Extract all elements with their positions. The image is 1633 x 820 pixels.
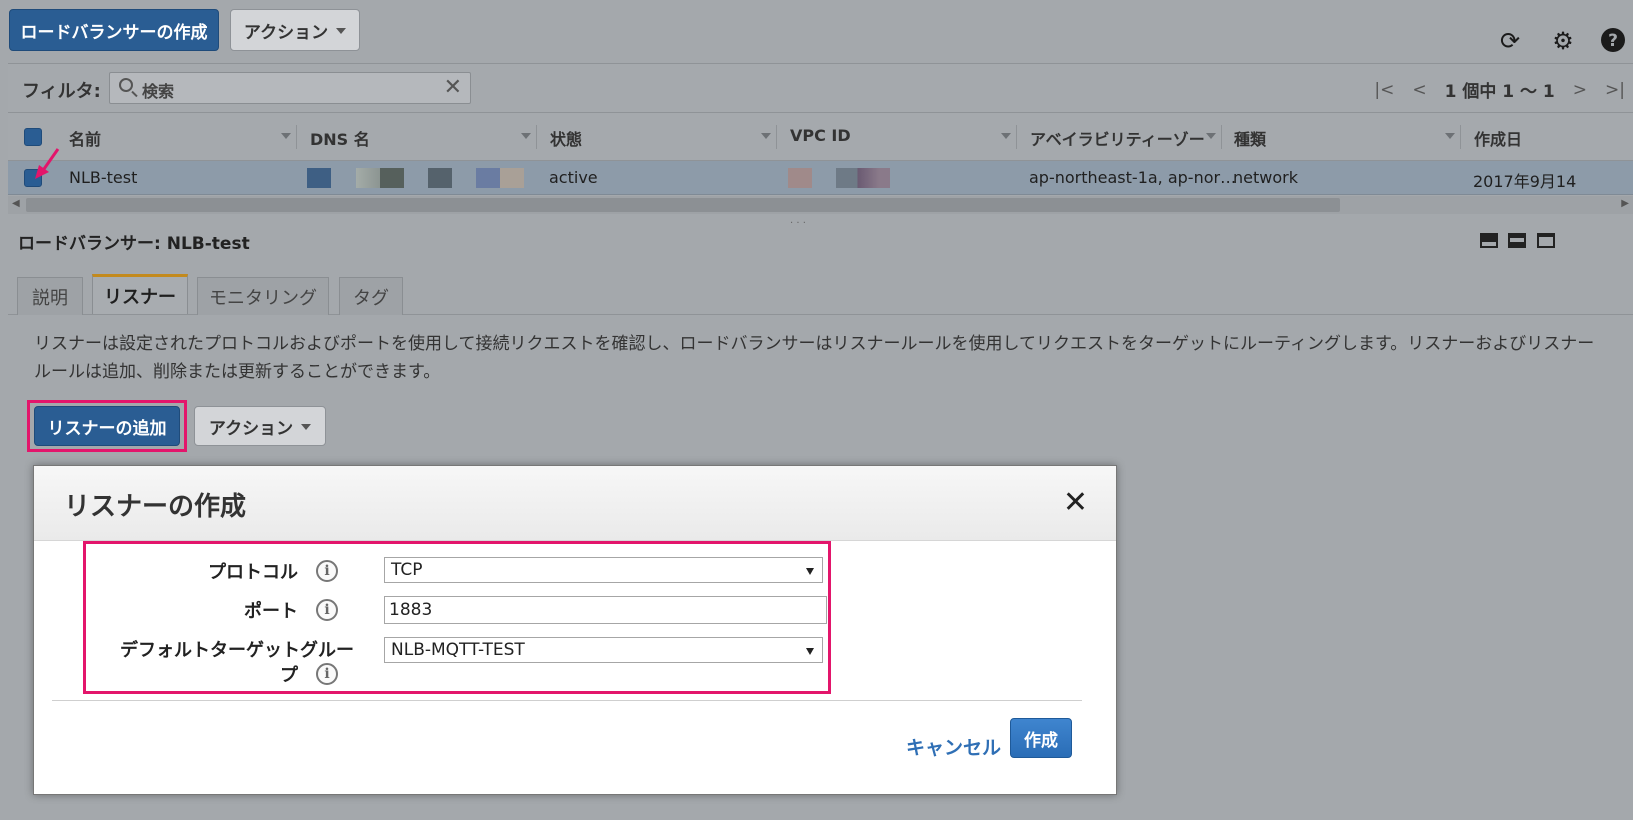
scroll-left-icon[interactable]: ◀ bbox=[12, 198, 20, 209]
actions-label: アクション bbox=[208, 418, 294, 439]
port-label: ポート bbox=[244, 601, 298, 622]
chevron-down-icon bbox=[336, 28, 347, 34]
listener-actions-dropdown[interactable]: アクション bbox=[194, 406, 326, 446]
pagination-text: 1 個中 1 〜 1 bbox=[1444, 82, 1555, 102]
create-button[interactable]: 作成 bbox=[1010, 718, 1072, 758]
table-row[interactable]: NLB-test active ap-northeast-1a, ap-nor…… bbox=[8, 161, 1633, 195]
tab-monitoring[interactable]: モニタリング bbox=[197, 277, 329, 315]
column-divider bbox=[776, 125, 777, 149]
select-arrow-icon bbox=[806, 568, 814, 575]
table-header: 名前 DNS 名 状態 VPC ID アベイラビリティーゾー 種類 作成日 bbox=[8, 113, 1633, 161]
search-placeholder: 検索 bbox=[142, 82, 175, 101]
close-icon[interactable]: ✕ bbox=[1063, 488, 1088, 518]
protocol-label: プロトコル bbox=[208, 562, 298, 583]
horizontal-scrollbar[interactable]: ◀ ▶ bbox=[8, 196, 1633, 214]
column-divider bbox=[1460, 125, 1461, 149]
column-divider bbox=[296, 125, 297, 149]
add-listener-button[interactable]: リスナーの追加 bbox=[34, 406, 180, 446]
column-divider bbox=[536, 125, 537, 149]
protocol-value: TCP bbox=[391, 560, 423, 580]
sort-icon[interactable] bbox=[1206, 133, 1216, 139]
target-group-value: NLB-MQTT-TEST bbox=[391, 640, 525, 660]
tab-listeners[interactable]: リスナー bbox=[92, 274, 188, 314]
sort-icon[interactable] bbox=[521, 133, 531, 139]
actions-label: アクション bbox=[243, 22, 329, 43]
help-icon[interactable]: ? bbox=[1600, 27, 1626, 53]
port-input[interactable]: 1883 bbox=[384, 596, 827, 624]
sort-icon[interactable] bbox=[1445, 133, 1455, 139]
search-input[interactable]: 検索 ✕ bbox=[109, 72, 471, 104]
pane-bottom-icon[interactable] bbox=[1480, 233, 1498, 248]
column-header-created[interactable]: 作成日 bbox=[1474, 126, 1522, 150]
target-group-label: デフォルトターゲットグルー bbox=[120, 640, 354, 661]
pane-middle-icon[interactable] bbox=[1508, 233, 1526, 248]
tab-tags[interactable]: タグ bbox=[339, 277, 403, 315]
detail-title: ロードバランサー: NLB-test bbox=[18, 234, 250, 254]
create-listener-dialog: リスナーの作成 ✕ プロトコル i TCP ポート i 1883 デフォルトター… bbox=[33, 465, 1117, 795]
filter-bar: フィルタ: 検索 ✕ |< < 1 個中 1 〜 1 > >| bbox=[8, 63, 1633, 113]
search-icon bbox=[119, 78, 133, 92]
scrollbar-thumb[interactable] bbox=[26, 198, 1340, 212]
target-group-select[interactable]: NLB-MQTT-TEST bbox=[384, 637, 823, 663]
refresh-icon[interactable]: ⟳ bbox=[1497, 28, 1523, 54]
actions-dropdown-button[interactable]: アクション bbox=[230, 9, 360, 51]
sort-icon[interactable] bbox=[1001, 133, 1011, 139]
next-page-icon[interactable]: > bbox=[1573, 80, 1587, 100]
last-page-icon[interactable]: >| bbox=[1605, 80, 1625, 100]
filter-label: フィルタ: bbox=[22, 81, 101, 102]
resize-handle-icon[interactable]: · · · bbox=[790, 218, 806, 229]
clear-icon[interactable]: ✕ bbox=[444, 75, 462, 100]
prev-page-icon[interactable]: < bbox=[1412, 80, 1426, 100]
scroll-right-icon[interactable]: ▶ bbox=[1621, 198, 1629, 209]
column-divider bbox=[1221, 125, 1222, 149]
column-header-az[interactable]: アベイラビリティーゾー bbox=[1030, 126, 1205, 150]
first-page-icon[interactable]: |< bbox=[1374, 80, 1394, 100]
dialog-header: リスナーの作成 ✕ bbox=[34, 466, 1116, 541]
row-created: 2017年9月14 bbox=[1473, 172, 1577, 191]
pointer-arrow-icon bbox=[35, 148, 60, 179]
protocol-select[interactable]: TCP bbox=[384, 557, 823, 583]
tab-description[interactable]: 説明 bbox=[17, 277, 83, 315]
sort-icon[interactable] bbox=[281, 133, 291, 139]
row-name: NLB-test bbox=[69, 168, 138, 187]
select-arrow-icon bbox=[806, 648, 814, 655]
row-state: active bbox=[549, 168, 598, 187]
gear-icon[interactable]: ⚙ bbox=[1550, 28, 1576, 54]
dialog-title: リスナーの作成 bbox=[64, 492, 247, 522]
dialog-divider bbox=[52, 700, 1082, 701]
pane-top-icon[interactable] bbox=[1537, 233, 1555, 248]
cancel-button[interactable]: キャンセル bbox=[906, 733, 1001, 760]
column-header-vpc[interactable]: VPC ID bbox=[790, 126, 851, 145]
column-header-type[interactable]: 種類 bbox=[1234, 126, 1266, 150]
row-availability-zones: ap-northeast-1a, ap-nor… bbox=[1029, 168, 1237, 187]
pagination: |< < 1 個中 1 〜 1 > >| bbox=[1374, 77, 1625, 103]
listener-description: リスナーは設定されたプロトコルおよびポートを使用して接続リクエストを確認し、ロー… bbox=[34, 334, 1595, 382]
column-header-dns[interactable]: DNS 名 bbox=[310, 126, 370, 150]
info-icon[interactable]: i bbox=[316, 663, 338, 685]
chevron-down-icon bbox=[301, 424, 312, 430]
svg-text:?: ? bbox=[1608, 31, 1618, 51]
info-icon[interactable]: i bbox=[316, 560, 338, 582]
target-group-label-wrap: プ bbox=[280, 665, 298, 686]
column-header-state[interactable]: 状態 bbox=[550, 126, 582, 150]
row-type: network bbox=[1233, 168, 1298, 187]
column-header-name[interactable]: 名前 bbox=[69, 126, 101, 150]
select-all-checkbox[interactable] bbox=[24, 128, 42, 146]
column-divider bbox=[1016, 125, 1017, 149]
info-icon[interactable]: i bbox=[316, 599, 338, 621]
create-load-balancer-button[interactable]: ロードバランサーの作成 bbox=[9, 9, 219, 51]
sort-icon[interactable] bbox=[761, 133, 771, 139]
